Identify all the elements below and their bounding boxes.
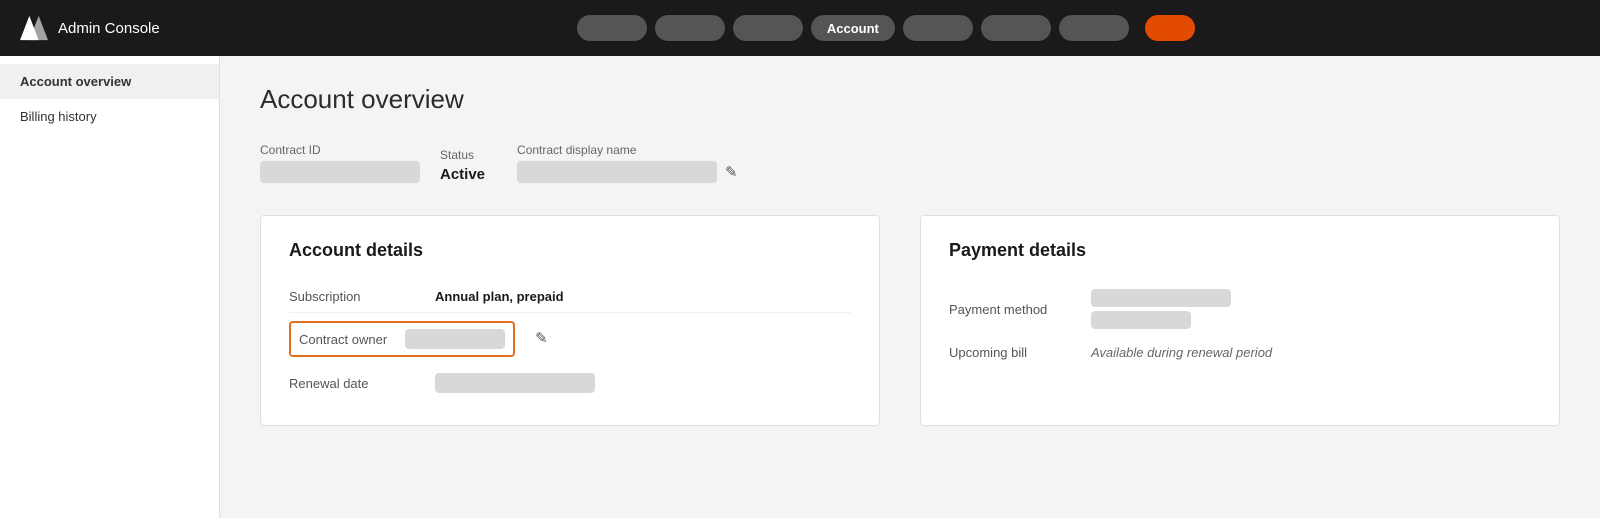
- nav-right-pill[interactable]: [1145, 15, 1195, 41]
- nav-pill-account[interactable]: Account: [811, 15, 895, 41]
- display-name-label: Contract display name: [517, 143, 738, 157]
- nav-pills: Account: [192, 15, 1580, 41]
- renewal-date-row: Renewal date: [289, 365, 851, 401]
- status-group: Status Active: [440, 148, 485, 183]
- contract-owner-highlighted-row: Contract owner: [289, 321, 515, 357]
- upcoming-bill-row: Upcoming bill Available during renewal p…: [949, 337, 1531, 368]
- page-title: Account overview: [260, 84, 1560, 115]
- payment-method-row: Payment method: [949, 281, 1531, 337]
- sidebar-item-billing-history[interactable]: Billing history: [0, 99, 219, 134]
- status-value: Active: [440, 166, 485, 183]
- nav-pill-blank-5[interactable]: [981, 15, 1051, 41]
- adobe-logo-icon: [20, 14, 48, 42]
- payment-bar-2: [1091, 311, 1191, 329]
- contract-owner-label: Contract owner: [299, 332, 387, 347]
- contract-owner-value: [405, 329, 505, 349]
- renewal-date-label: Renewal date: [289, 376, 419, 391]
- payment-details-card: Payment details Payment method Upcoming …: [920, 215, 1560, 426]
- contract-fields-row: Contract ID Status Active Contract displ…: [260, 143, 1560, 183]
- renewal-date-value: [435, 373, 595, 393]
- display-name-value: [517, 161, 717, 183]
- logo-area: Admin Console: [20, 14, 160, 42]
- nav-pill-blank-2[interactable]: [655, 15, 725, 41]
- nav-pill-blank-3[interactable]: [733, 15, 803, 41]
- main-content: Account overview Contract ID Status Acti…: [220, 56, 1600, 518]
- status-label: Status: [440, 148, 485, 162]
- two-col-layout: Account details Subscription Annual plan…: [260, 215, 1560, 426]
- nav-pill-blank-6[interactable]: [1059, 15, 1129, 41]
- contract-owner-outer-row: Contract owner ✎: [289, 313, 851, 365]
- nav-pill-blank-1[interactable]: [577, 15, 647, 41]
- contract-id-group: Contract ID: [260, 143, 420, 183]
- subscription-value: Annual plan, prepaid: [435, 289, 564, 304]
- sidebar: Account overview Billing history: [0, 56, 220, 518]
- upcoming-bill-value: Available during renewal period: [1091, 345, 1272, 360]
- payment-bar-1: [1091, 289, 1231, 307]
- main-wrapper: Account overview Billing history Account…: [0, 56, 1600, 518]
- payment-details-title: Payment details: [949, 240, 1531, 261]
- contract-id-label: Contract ID: [260, 143, 420, 157]
- app-title: Admin Console: [58, 20, 160, 37]
- sidebar-item-account-overview[interactable]: Account overview: [0, 64, 219, 99]
- upcoming-bill-label: Upcoming bill: [949, 345, 1079, 360]
- account-details-title: Account details: [289, 240, 851, 261]
- subscription-row: Subscription Annual plan, prepaid: [289, 281, 851, 313]
- payment-method-value-stack: [1091, 289, 1231, 329]
- contract-owner-edit-icon[interactable]: ✎: [535, 329, 548, 347]
- subscription-label: Subscription: [289, 289, 419, 304]
- top-navigation: Admin Console Account: [0, 0, 1600, 56]
- nav-pill-blank-4[interactable]: [903, 15, 973, 41]
- display-name-group: Contract display name ✎: [517, 143, 738, 183]
- display-name-edit-icon[interactable]: ✎: [725, 163, 738, 181]
- contract-id-value: [260, 161, 420, 183]
- display-name-row: ✎: [517, 161, 738, 183]
- account-details-card: Account details Subscription Annual plan…: [260, 215, 880, 426]
- payment-method-label: Payment method: [949, 302, 1079, 317]
